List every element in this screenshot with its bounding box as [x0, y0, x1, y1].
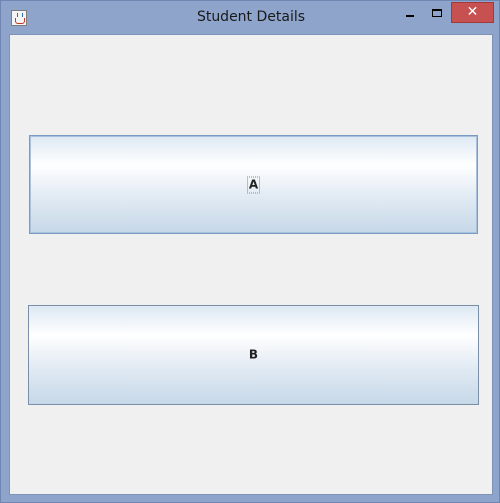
- button-a[interactable]: A: [29, 135, 478, 234]
- minimize-button[interactable]: [397, 2, 423, 23]
- title-bar[interactable]: Student Details ✕: [1, 1, 499, 34]
- close-button[interactable]: ✕: [451, 2, 494, 23]
- button-b-label: B: [248, 347, 259, 362]
- button-b[interactable]: B: [28, 305, 479, 405]
- minimize-icon: [406, 15, 414, 17]
- button-a-label: A: [246, 176, 261, 193]
- maximize-icon: [432, 9, 442, 17]
- application-window: Student Details ✕ A B: [0, 0, 500, 503]
- maximize-button[interactable]: [424, 2, 450, 23]
- close-icon: ✕: [466, 4, 479, 20]
- content-pane: A B: [9, 34, 493, 495]
